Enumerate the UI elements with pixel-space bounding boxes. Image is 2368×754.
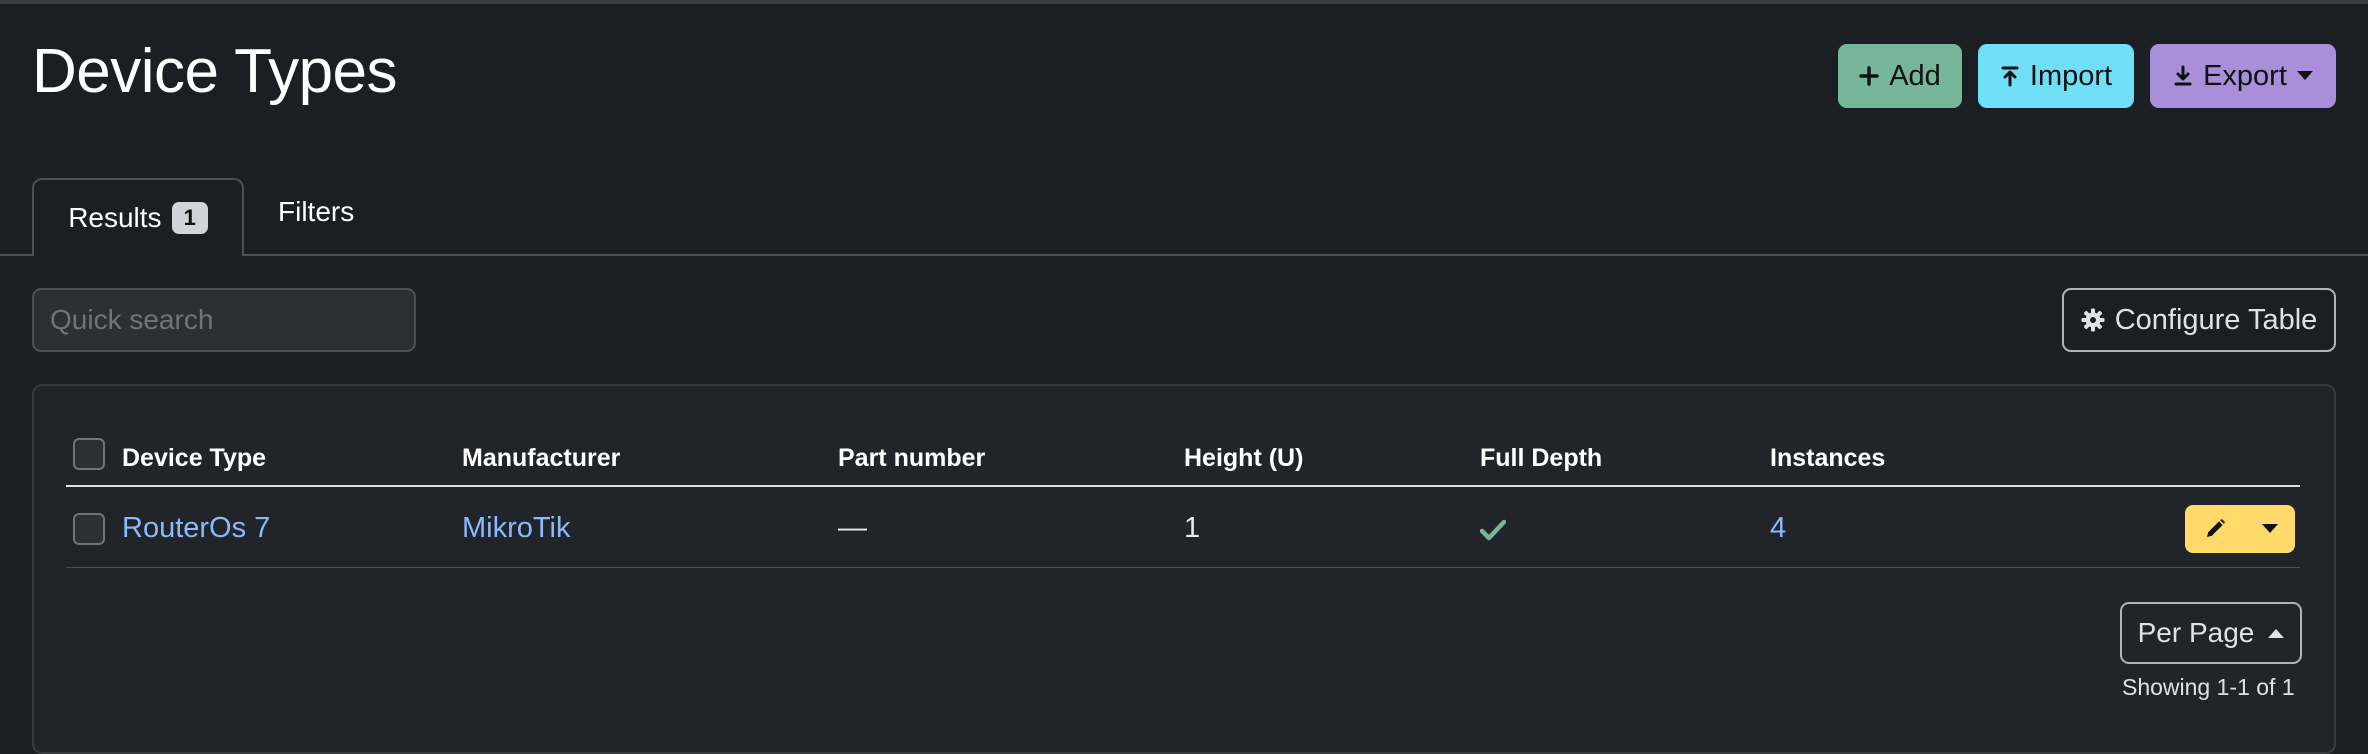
row-actions <box>2185 505 2295 553</box>
full-depth-value <box>1479 516 1507 549</box>
results-table-card <box>32 384 2336 754</box>
caret-down-icon <box>2262 524 2278 533</box>
column-header-manufacturer[interactable]: Manufacturer <box>462 444 620 473</box>
height-value: 1 <box>1184 512 1201 544</box>
device-type-link[interactable]: RouterOs 7 <box>122 512 270 545</box>
tabs-divider <box>0 254 2368 256</box>
per-page-label: Per Page <box>2137 617 2255 648</box>
import-button-label: Import <box>2029 59 2113 92</box>
results-count-badge: 1 <box>171 202 208 234</box>
configure-table-button[interactable]: Configure Table <box>2062 288 2336 352</box>
add-button[interactable]: Add <box>1838 44 1962 108</box>
select-all-checkbox[interactable] <box>73 438 105 470</box>
table-row-rule <box>66 567 2300 568</box>
manufacturer-link[interactable]: MikroTik <box>462 512 570 545</box>
caret-down-icon <box>2296 71 2313 80</box>
upload-icon <box>2001 66 2019 87</box>
import-button[interactable]: Import <box>1978 44 2134 108</box>
row-actions-dropdown[interactable] <box>2245 505 2295 553</box>
page-title: Device Types <box>32 37 398 106</box>
plus-icon <box>1859 66 1879 86</box>
configure-table-label: Configure Table <box>2114 303 2318 336</box>
export-button[interactable]: Export <box>2150 44 2336 108</box>
add-button-label: Add <box>1889 59 1941 92</box>
tab-filters[interactable]: Filters <box>278 196 354 228</box>
edit-button[interactable] <box>2185 505 2245 553</box>
table-header-rule <box>66 485 2300 487</box>
gear-icon <box>2081 308 2105 332</box>
caret-up-icon <box>2268 629 2285 638</box>
pagination-status: Showing 1-1 of 1 <box>2122 674 2295 700</box>
tab-results[interactable]: Results 1 <box>32 178 244 256</box>
tab-results-label: Results <box>68 202 162 233</box>
download-icon <box>2174 65 2192 86</box>
pencil-icon <box>2207 519 2225 537</box>
part-number-value: — <box>838 512 867 544</box>
column-header-height[interactable]: Height (U) <box>1184 444 1303 473</box>
quick-search-input[interactable] <box>32 288 416 352</box>
export-button-label: Export <box>2203 59 2287 92</box>
column-header-instances[interactable]: Instances <box>1770 444 1885 473</box>
top-border <box>0 0 2368 4</box>
check-icon <box>1479 519 1507 541</box>
column-header-device-type[interactable]: Device Type <box>122 444 266 473</box>
per-page-dropdown[interactable]: Per Page <box>2120 602 2302 664</box>
instances-link[interactable]: 4 <box>1770 512 1786 545</box>
column-header-part-number[interactable]: Part number <box>838 444 985 473</box>
column-header-full-depth[interactable]: Full Depth <box>1480 444 1602 473</box>
row-select-checkbox[interactable] <box>73 513 105 545</box>
